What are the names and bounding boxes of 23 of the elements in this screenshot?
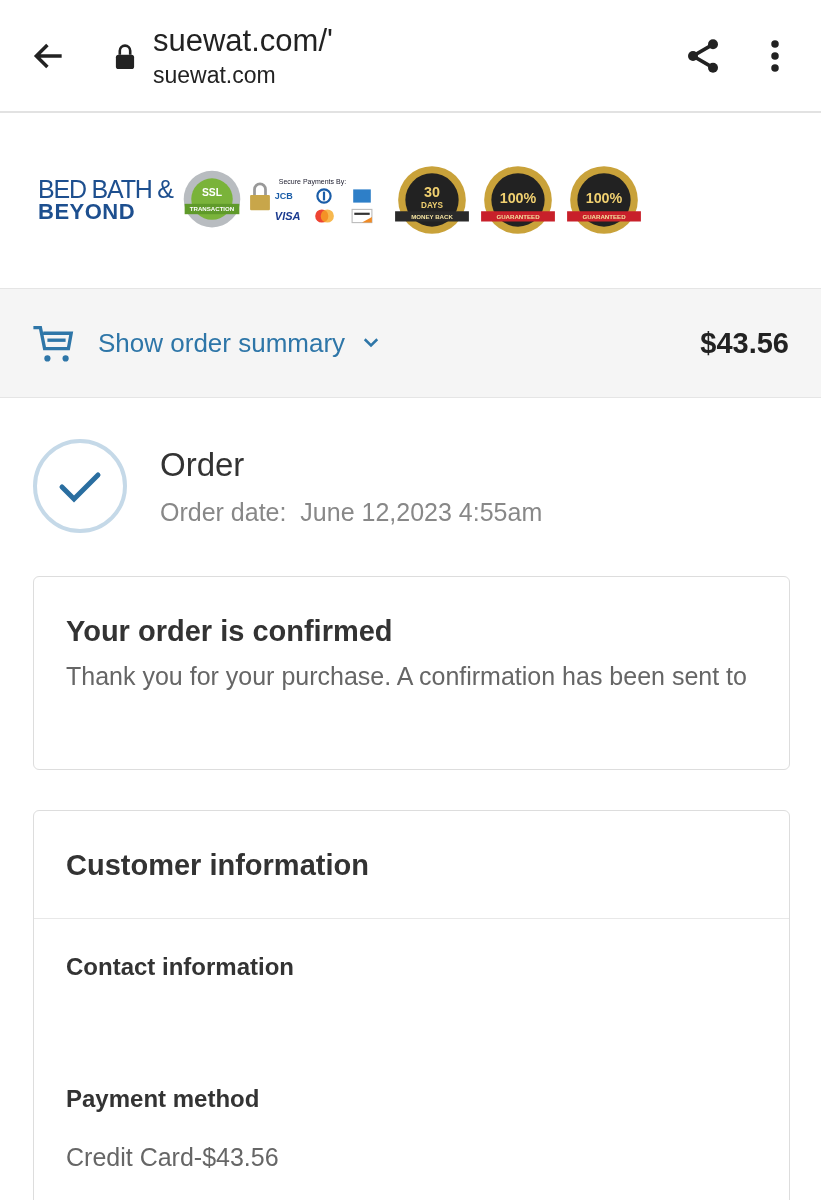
- store-logo[interactable]: BED BATH & BEYOND: [38, 178, 173, 223]
- lock-icon: [114, 42, 136, 69]
- section-heading: Contact information: [66, 953, 295, 981]
- card-logo-icon: [312, 207, 335, 224]
- card-logo-icon: [350, 187, 373, 204]
- card-logo: JCB: [274, 190, 293, 201]
- card-title: Your order is confirmed: [66, 615, 394, 648]
- order-total: $43.56: [700, 326, 789, 360]
- confirmation-text: Thank you for your purchase. A confirmation has been sent to: [66, 661, 748, 692]
- order-date: Order date: June 12,2023 4:55am: [160, 497, 543, 527]
- order-summary-toggle[interactable]: Show order summary: [98, 327, 380, 359]
- menu-icon[interactable]: [769, 37, 781, 74]
- chevron-icon: [363, 338, 380, 348]
- card-logo: VISA: [274, 209, 301, 222]
- card-title: Customer information: [34, 811, 789, 919]
- section-heading: Payment method: [66, 1085, 261, 1113]
- page-url[interactable]: suewat.com/': [153, 22, 683, 60]
- cart-icon: [32, 323, 74, 363]
- section-value: Credit Card-$43.56: [66, 1143, 280, 1172]
- card-logo-icon: [350, 207, 373, 224]
- order-title: Order: [160, 445, 246, 484]
- padlock-icon: [248, 180, 271, 211]
- site-domain: suewat.com: [153, 62, 277, 89]
